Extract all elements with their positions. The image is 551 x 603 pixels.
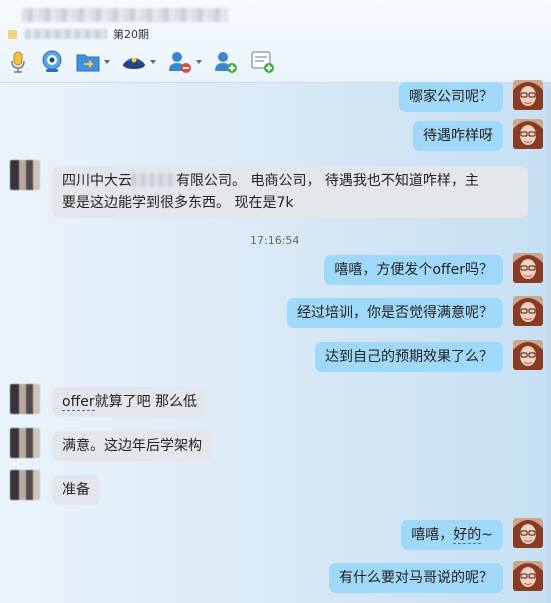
chevron-down-icon[interactable] [150,60,156,64]
message-bubble[interactable]: 达到自己的预期效果了么？ [315,342,503,372]
folder-transfer-icon [76,54,100,72]
message-bubble[interactable]: 准备 [52,475,100,505]
avatar-image [513,80,543,110]
message-text-a: 嘻嘻， [411,527,454,543]
group-info: 第20期 [8,26,149,42]
avatar[interactable] [10,428,40,458]
police-hat-icon [123,57,145,69]
message-bubble[interactable]: 满意。这边年后学架构 [52,431,212,461]
chevron-down-icon[interactable] [104,60,110,64]
message-text-1b: 有限公司。 电商公司， 待遇我也不知道咋样，主 [176,173,479,189]
avatar[interactable] [10,160,40,190]
message-bubble[interactable]: offer就算了吧 那么低 [52,387,208,417]
message-outgoing: 有什么要对马哥说的呢？ [329,563,503,593]
message-outgoing: 哪家公司呢？ [399,82,503,112]
message-bubble[interactable]: 经过培训，你是否觉得满意呢？ [287,298,503,328]
message-bubble[interactable]: 嘻嘻，方便发个offer吗？ [324,255,503,285]
chat-title-blurred [22,8,228,22]
message-text-1a: 四川中大云 [62,173,132,189]
remove-user-icon [169,52,191,73]
add-member-button[interactable] [214,50,238,74]
avatar[interactable] [513,253,543,283]
camera-icon [42,50,62,72]
message-outgoing: 嘻嘻，方便发个offer吗？ [324,255,503,285]
microphone-icon [11,51,25,73]
timestamp: 17:16:54 [250,234,300,247]
message-text-a: offer [62,394,95,411]
group-suffix: 第20期 [113,28,149,41]
message-text-b: 就算了吧 那么低 [94,394,198,410]
add-note-icon [251,51,274,73]
avatar[interactable] [513,340,543,370]
toolbar [8,48,288,76]
message-text-2: 要是这边能学到很多东西。 现在是7k [62,195,294,211]
message-outgoing: 经过培训，你是否觉得满意呢？ [287,298,503,328]
message-text-c: ~ [481,527,493,543]
message-incoming: 四川中大云 有限公司。 电商公司， 待遇我也不知道咋样，主 要是这边能学到很多东西… [52,166,528,218]
add-user-icon [215,52,237,73]
avatar[interactable] [10,384,40,414]
message-outgoing: 嘻嘻，好的~ [401,520,503,550]
avatar[interactable] [10,470,40,500]
manage-button[interactable] [122,51,156,73]
microphone-button[interactable] [8,50,28,74]
message-incoming: 满意。这边年后学架构 [52,431,212,461]
message-incoming: 准备 [52,475,100,505]
avatar[interactable] [513,119,543,149]
group-flag-icon [8,29,17,39]
message-bubble[interactable]: 待遇咋样呀 [413,121,503,151]
avatar[interactable] [513,518,543,548]
remove-member-button[interactable] [168,50,202,74]
message-text-b: 好的 [453,527,482,544]
avatar[interactable] [513,561,543,591]
chat-header: 第20期 [0,0,551,83]
add-note-button[interactable] [250,50,276,74]
message-bubble[interactable]: 有什么要对马哥说的呢？ [329,563,503,593]
message-bubble[interactable]: 嘻嘻，好的~ [401,520,503,550]
chevron-down-icon[interactable] [196,60,202,64]
message-outgoing: 待遇咋样呀 [413,121,503,151]
message-incoming: offer就算了吧 那么低 [52,387,208,417]
redacted-text [132,173,176,187]
window-edge [547,82,551,603]
file-transfer-button[interactable] [76,51,110,73]
avatar[interactable] [513,296,543,326]
avatar[interactable] [513,80,543,110]
group-name-blurred [25,29,107,39]
message-outgoing: 达到自己的预期效果了么？ [315,342,503,372]
message-bubble[interactable]: 四川中大云 有限公司。 电商公司， 待遇我也不知道咋样，主 要是这边能学到很多东西… [52,166,528,218]
camera-button[interactable] [40,50,64,74]
message-bubble[interactable]: 哪家公司呢？ [399,82,503,112]
